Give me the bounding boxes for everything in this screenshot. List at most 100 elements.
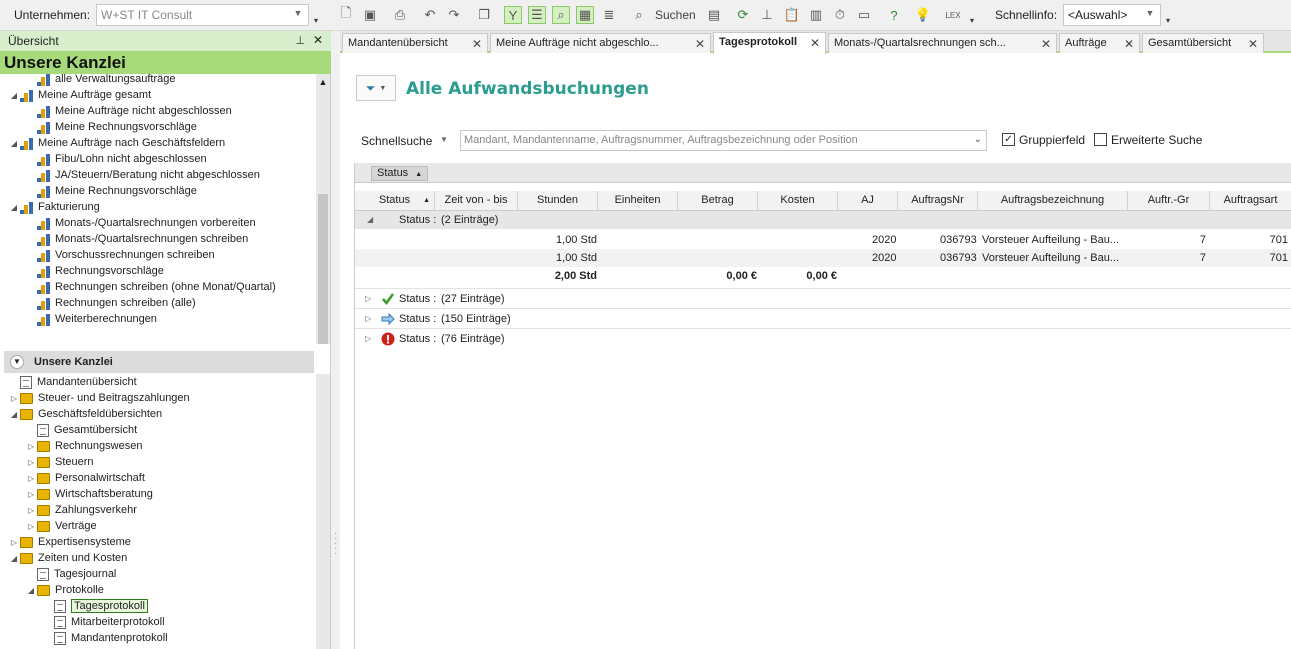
group-row-expanded[interactable]: ◢ Status : (2 Einträge) xyxy=(355,211,1291,229)
filter-button[interactable]: ⏷ ▼ xyxy=(356,75,396,101)
tree-item[interactable]: ▷ Personalwirtschaft xyxy=(0,470,316,486)
tab-3[interactable]: Monats-/Quartalsrechnungen sch... ✕ xyxy=(828,33,1057,53)
tree-item[interactable]: ◢ Zeiten und Kosten xyxy=(0,550,316,566)
lex-icon[interactable]: LEX xyxy=(944,6,962,24)
tree-view-icon[interactable]: Y xyxy=(504,6,522,24)
expand-icon[interactable]: ▷ xyxy=(8,538,20,547)
expand-icon[interactable]: ▷ xyxy=(8,394,20,403)
tree-item[interactable]: Mitarbeiterprotokoll xyxy=(0,614,316,630)
group-chip-status[interactable]: Status ▲ xyxy=(371,166,429,181)
table-row[interactable]: 1,00 Std 2020 036793 Vorsteuer Aufteilung -… xyxy=(355,231,1291,249)
expand-group-icon[interactable]: ▷ xyxy=(365,309,371,329)
tree-item[interactable]: Monats-/Quartalsrechnungen schreiben xyxy=(0,231,316,247)
collapse-group-icon[interactable]: ◢ xyxy=(367,211,373,229)
close-icon[interactable]: ✕ xyxy=(313,33,323,47)
group-row[interactable]: ▷ Status : (27 Einträge) xyxy=(355,288,1291,308)
grid-icon[interactable]: ▦ xyxy=(576,6,594,24)
group-row[interactable]: ▷ Status : (150 Einträge) xyxy=(355,308,1291,328)
column-header[interactable]: Status ▲ xyxy=(355,191,435,211)
scroll-up-icon[interactable]: ▲ xyxy=(316,77,330,87)
pin-icon[interactable]: ⊥ xyxy=(295,34,305,47)
column-header[interactable]: Einheiten xyxy=(598,191,678,211)
close-tab-icon[interactable]: ✕ xyxy=(1248,37,1258,51)
search-button[interactable]: Suchen xyxy=(655,8,696,22)
group-field-checkbox[interactable]: ✓ xyxy=(1002,133,1015,146)
tree-item[interactable]: Rechnungsvorschläge xyxy=(0,263,316,279)
expand-icon[interactable]: ◢ xyxy=(8,139,20,148)
expand-icon[interactable]: ◢ xyxy=(8,410,20,419)
tree-item[interactable]: ◢ Meine Aufträge gesamt xyxy=(0,87,316,103)
redo-icon[interactable]: ↷ xyxy=(445,6,463,24)
panel-splitter[interactable]: · · · · · xyxy=(331,31,340,649)
expand-icon[interactable]: ◢ xyxy=(8,91,20,100)
tree-item[interactable]: JA/Steuern/Beratung nicht abgeschlossen xyxy=(0,167,316,183)
column-header[interactable]: Auftr.-Gr xyxy=(1128,191,1210,211)
column-header[interactable]: Stunden xyxy=(518,191,598,211)
quickinfo-select[interactable]: <Auswahl> ▼ xyxy=(1063,4,1161,26)
tree-item[interactable]: Mandantenübersicht xyxy=(0,374,316,390)
quicksearch-menu-icon[interactable]: ▼ xyxy=(440,135,448,144)
new-document-icon[interactable]: 🗋 xyxy=(337,5,355,24)
expand-icon[interactable]: ◢ xyxy=(8,203,20,212)
collapse-icon[interactable]: ▼ xyxy=(10,355,24,369)
print-icon[interactable]: ⎙ xyxy=(391,6,409,24)
expand-group-icon[interactable]: ▷ xyxy=(365,329,371,349)
tree-item[interactable]: Meine Aufträge nicht abgeschlossen xyxy=(0,103,316,119)
tree-item[interactable]: Fibu/Lohn nicht abgeschlossen xyxy=(0,151,316,167)
close-tab-icon[interactable]: ✕ xyxy=(810,36,820,50)
tab-4[interactable]: Aufträge ✕ xyxy=(1059,33,1140,53)
close-tab-icon[interactable]: ✕ xyxy=(695,37,705,51)
expand-icon[interactable]: ◢ xyxy=(25,586,37,595)
group-row[interactable]: ▷ Status : (76 Einträge) xyxy=(355,328,1291,348)
tree-item[interactable]: Meine Rechnungsvorschläge xyxy=(0,183,316,199)
column-header[interactable]: AuftragsNr xyxy=(898,191,978,211)
column-header[interactable]: Auftragsart xyxy=(1210,191,1291,211)
tab-0[interactable]: Mandantenübersicht ✕ xyxy=(342,33,488,53)
list-icon[interactable]: ≣ xyxy=(600,6,618,24)
close-tab-icon[interactable]: ✕ xyxy=(472,37,482,51)
tree-item[interactable]: Monats-/Quartalsrechnungen vorbereiten xyxy=(0,215,316,231)
tab-5[interactable]: Gesamtübersicht ✕ xyxy=(1142,33,1264,53)
column-header[interactable]: Betrag xyxy=(678,191,758,211)
tree-item[interactable]: alle Verwaltungsaufträge xyxy=(0,74,316,87)
tree-item[interactable]: Tagesjournal xyxy=(0,566,316,582)
search-input[interactable]: Mandant, Mandantenname, Auftragsnummer, … xyxy=(460,130,987,151)
toolbar-grip-icon[interactable]: ▾ xyxy=(314,14,320,28)
tree-item[interactable]: ▷ Zahlungsverkehr xyxy=(0,502,316,518)
expand-icon[interactable]: ▷ xyxy=(25,522,37,531)
close-tab-icon[interactable]: ✕ xyxy=(1041,37,1051,51)
indent-icon[interactable]: ☰ xyxy=(528,6,546,24)
tree-item[interactable]: Tagesprotokoll xyxy=(0,598,316,614)
extended-search-checkbox[interactable] xyxy=(1094,133,1107,146)
tree-item[interactable]: Rechnungen schreiben (ohne Monat/Quartal… xyxy=(0,279,316,295)
expand-icon[interactable]: ▷ xyxy=(25,458,37,467)
tree-item[interactable]: ▷ Wirtschaftsberatung xyxy=(0,486,316,502)
tree-item[interactable]: ◢ Meine Aufträge nach Geschäftsfeldern xyxy=(0,135,316,151)
tab-2[interactable]: Tagesprotokoll ✕ xyxy=(713,32,826,54)
tree-item[interactable]: Mandantenprotokoll xyxy=(0,630,316,646)
tree-item[interactable]: ◢ Geschäftsfeldübersichten xyxy=(0,406,316,422)
tree-item[interactable]: ◢ Fakturierung xyxy=(0,199,316,215)
timer-icon[interactable]: ⏱ xyxy=(831,6,849,24)
close-tab-icon[interactable]: ✕ xyxy=(1124,37,1134,51)
expand-icon[interactable]: ▷ xyxy=(25,474,37,483)
tree-item[interactable]: Vorschussrechnungen schreiben xyxy=(0,247,316,263)
tree-item[interactable]: Rechnungen schreiben (alle) xyxy=(0,295,316,311)
tree-item[interactable]: ▷ Steuern xyxy=(0,454,316,470)
toolbar-grip-icon[interactable]: ▾ xyxy=(970,14,976,28)
save-icon[interactable]: ▣ xyxy=(361,6,379,24)
calendar-icon[interactable]: ▭ xyxy=(855,6,873,24)
tree-item[interactable]: ▷ Verträge xyxy=(0,518,316,534)
tree-item[interactable]: Meine Rechnungsvorschläge xyxy=(0,119,316,135)
copy-icon[interactable]: ❐ xyxy=(475,6,493,24)
toolbar-grip-icon[interactable]: ▾ xyxy=(1166,14,1172,28)
expand-icon[interactable]: ▷ xyxy=(25,490,37,499)
calculator-icon[interactable]: ▥ xyxy=(807,6,825,24)
column-header[interactable]: Zeit von - bis xyxy=(435,191,518,211)
column-header[interactable]: Auftragsbezeichnung xyxy=(978,191,1128,211)
zoom-icon[interactable]: ⌕ xyxy=(552,6,570,24)
tree-item[interactable]: ◢ Protokolle xyxy=(0,582,316,598)
expand-group-icon[interactable]: ▷ xyxy=(365,289,371,309)
refresh-icon[interactable]: ⟳ xyxy=(734,6,752,24)
kanzlei-section-header[interactable]: ▼ Unsere Kanzlei xyxy=(4,351,314,373)
